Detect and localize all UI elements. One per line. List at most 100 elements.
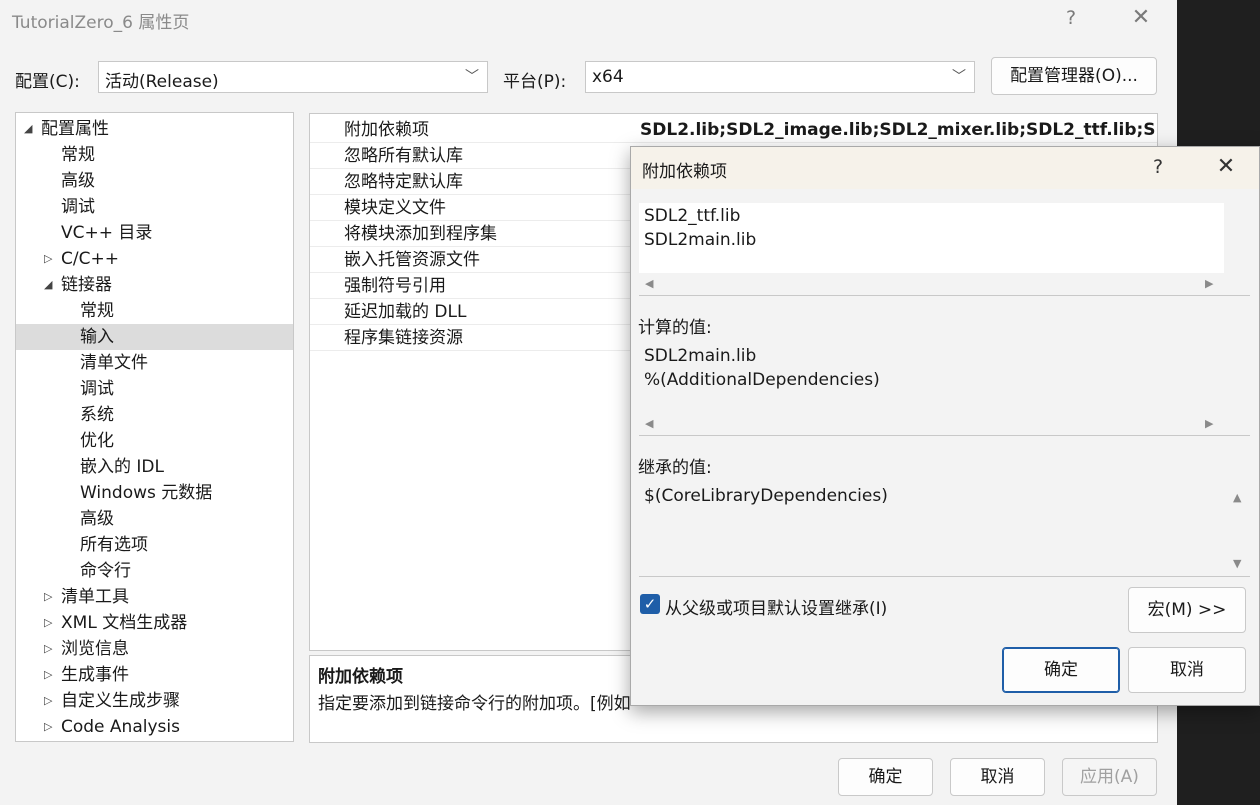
- tree-item[interactable]: 高级: [16, 506, 293, 532]
- tree-item-label: 配置属性: [41, 119, 109, 139]
- chevron-down-icon: ﹀: [465, 69, 479, 85]
- tree-item-label: 高级: [61, 171, 95, 191]
- property-name: 强制符号引用: [344, 276, 446, 296]
- tree-item-label: 优化: [80, 431, 114, 451]
- tree-item[interactable]: 嵌入的 IDL: [16, 454, 293, 480]
- computed-horizontal-scrollbar[interactable]: ◀ ▶: [639, 413, 1250, 436]
- collapsed-arrow-icon[interactable]: ▷: [44, 246, 52, 272]
- tree-item-label: 自定义生成步骤: [61, 691, 180, 711]
- tree-item[interactable]: 命令行: [16, 558, 293, 584]
- computed-values-box: SDL2main.lib %(AdditionalDependencies): [639, 343, 1224, 411]
- tree-item-label: 系统: [80, 405, 114, 425]
- tree-item[interactable]: ◢ 配置属性: [16, 116, 293, 142]
- tree-item-label: Windows 元数据: [80, 483, 213, 503]
- property-name: 延迟加载的 DLL: [344, 302, 467, 322]
- tree-item[interactable]: ▷ 自定义生成步骤: [16, 688, 293, 714]
- tree-item[interactable]: 高级: [16, 168, 293, 194]
- window-title: TutorialZero_6 属性页: [12, 13, 190, 33]
- apply-button[interactable]: 应用(A): [1062, 758, 1157, 796]
- tree-item[interactable]: 所有选项: [16, 532, 293, 558]
- edit-line: SDL2_ttf.lib: [644, 206, 741, 226]
- computed-line: %(AdditionalDependencies): [644, 370, 880, 390]
- collapsed-arrow-icon[interactable]: ▷: [44, 636, 52, 662]
- tree-item-label: 浏览信息: [61, 639, 129, 659]
- scroll-left-icon[interactable]: ◀: [645, 277, 653, 290]
- help-button[interactable]: ?: [1056, 4, 1086, 32]
- tree-item[interactable]: 常规: [16, 298, 293, 324]
- tree-item-label: 清单文件: [80, 353, 148, 373]
- property-name: 将模块添加到程序集: [344, 224, 497, 244]
- tree-item[interactable]: 调试: [16, 376, 293, 402]
- collapsed-arrow-icon[interactable]: ▷: [44, 688, 52, 714]
- dialog-help-button[interactable]: ?: [1143, 153, 1173, 181]
- computed-line: SDL2main.lib: [644, 346, 757, 366]
- inherit-checkbox-label[interactable]: 从父级或项目默认设置继承(I): [665, 594, 887, 619]
- edit-line: SDL2main.lib: [644, 230, 757, 250]
- scroll-up-icon[interactable]: ▲: [1233, 491, 1241, 504]
- expanded-arrow-icon[interactable]: ◢: [44, 272, 52, 298]
- property-value[interactable]: SDL2.lib;SDL2_image.lib;SDL2_mixer.lib;S…: [640, 117, 1157, 143]
- additional-dependencies-dialog: 附加依赖项 ? ✕ SDL2_ttf.lib SDL2main.lib ◀ ▶ …: [630, 146, 1260, 706]
- collapsed-arrow-icon[interactable]: ▷: [44, 610, 52, 636]
- tree-item[interactable]: ▷ XML 文档生成器: [16, 610, 293, 636]
- dependencies-edit-box[interactable]: SDL2_ttf.lib SDL2main.lib: [639, 203, 1224, 273]
- config-manager-button[interactable]: 配置管理器(O)...: [991, 57, 1157, 95]
- tree-item[interactable]: 优化: [16, 428, 293, 454]
- tree-item-label: Code Analysis: [61, 717, 180, 737]
- config-combo[interactable]: 活动(Release) ﹀: [98, 61, 488, 93]
- tree-item[interactable]: 清单文件: [16, 350, 293, 376]
- tree-item[interactable]: VC++ 目录: [16, 220, 293, 246]
- property-row[interactable]: 附加依赖项 SDL2.lib;SDL2_image.lib;SDL2_mixer.…: [310, 117, 1157, 143]
- macro-button[interactable]: 宏(M) >>: [1128, 587, 1246, 633]
- config-value: 活动(Release): [105, 72, 219, 92]
- property-name: 模块定义文件: [344, 198, 446, 218]
- dialog-ok-button[interactable]: 确定: [1002, 647, 1120, 693]
- tree-item-label: C/C++: [61, 249, 119, 269]
- scroll-right-icon[interactable]: ▶: [1205, 417, 1213, 430]
- inherit-checkbox[interactable]: ✓: [640, 594, 660, 614]
- tree-item-label: 生成事件: [61, 665, 129, 685]
- tree-item[interactable]: 系统: [16, 402, 293, 428]
- inherited-label: 继承的值:: [638, 458, 712, 478]
- config-label: 配置(C):: [15, 72, 80, 92]
- property-tree[interactable]: ◢ 配置属性 常规 高级 调试 VC++ 目录 ▷ C/C++ ◢ 链接器 常规 输入 清单文件 调试 系统…: [15, 112, 294, 742]
- tree-item-label: 清单工具: [61, 587, 129, 607]
- close-button[interactable]: ✕: [1124, 4, 1158, 32]
- dialog-close-button[interactable]: ✕: [1209, 153, 1243, 181]
- collapsed-arrow-icon[interactable]: ▷: [44, 714, 52, 740]
- collapsed-arrow-icon[interactable]: ▷: [44, 662, 52, 688]
- tree-item[interactable]: 调试: [16, 194, 293, 220]
- tree-item-label: 调试: [61, 197, 95, 217]
- tree-item[interactable]: ▷ 生成事件: [16, 662, 293, 688]
- dialog-cancel-button[interactable]: 取消: [1128, 647, 1246, 693]
- tree-item[interactable]: ▷ C/C++: [16, 246, 293, 272]
- tree-item-label: 高级: [80, 509, 114, 529]
- inherited-values-box: $(CoreLibraryDependencies) ▲ ▼: [639, 483, 1250, 577]
- platform-combo[interactable]: x64 ﹀: [585, 61, 975, 93]
- tree-item[interactable]: ▷ Code Analysis: [16, 714, 293, 740]
- tree-item-label: 输入: [80, 327, 114, 347]
- expanded-arrow-icon[interactable]: ◢: [24, 116, 32, 142]
- scroll-right-icon[interactable]: ▶: [1205, 277, 1213, 290]
- checkmark-icon: ✓: [643, 595, 657, 613]
- tree-item-label: 常规: [80, 301, 114, 321]
- tree-item-label: 链接器: [61, 275, 112, 295]
- tree-item[interactable]: ▷ 浏览信息: [16, 636, 293, 662]
- collapsed-arrow-icon[interactable]: ▷: [44, 584, 52, 610]
- tree-item[interactable]: ▷ 清单工具: [16, 584, 293, 610]
- cancel-button[interactable]: 取消: [950, 758, 1045, 796]
- tree-item[interactable]: 常规: [16, 142, 293, 168]
- edit-horizontal-scrollbar[interactable]: ◀ ▶: [639, 273, 1250, 296]
- tree-item[interactable]: ◢ 链接器: [16, 272, 293, 298]
- dialog-title: 附加依赖项: [642, 162, 727, 182]
- property-name: 忽略特定默认库: [344, 172, 463, 192]
- platform-label: 平台(P):: [503, 72, 567, 92]
- scroll-left-icon[interactable]: ◀: [645, 417, 653, 430]
- tree-item[interactable]: Windows 元数据: [16, 480, 293, 506]
- property-name: 附加依赖项: [344, 120, 429, 140]
- inherited-line: $(CoreLibraryDependencies): [644, 486, 888, 506]
- scroll-down-icon[interactable]: ▼: [1233, 557, 1241, 570]
- tree-item[interactable]: 输入: [16, 324, 293, 350]
- ok-button[interactable]: 确定: [838, 758, 933, 796]
- property-name: 嵌入托管资源文件: [344, 250, 480, 270]
